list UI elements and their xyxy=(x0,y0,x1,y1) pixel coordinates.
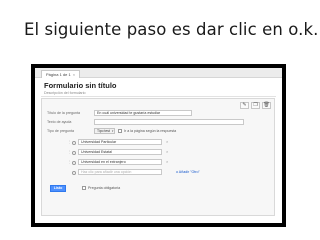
remove-option-icon[interactable]: × xyxy=(166,149,168,154)
form-editor-screen: Página 1 de 1 × Formulario sin título Des… xyxy=(35,68,282,223)
radio-icon xyxy=(72,140,76,145)
question-toolbar: ✎ ❐ 🗑 xyxy=(240,102,271,109)
duplicate-icon[interactable]: ❐ xyxy=(251,102,260,109)
divider xyxy=(41,96,276,97)
radio-icon xyxy=(72,160,76,165)
option-field[interactable]: Universidad en el extranjero xyxy=(78,159,162,165)
close-icon[interactable]: × xyxy=(73,72,75,77)
edit-icon[interactable]: ✎ xyxy=(240,102,249,109)
slide-title: El siguiente paso es dar clic en o.k. xyxy=(24,20,319,39)
question-title-field[interactable]: En cuál universidad te gustaría estudiar xyxy=(94,110,192,116)
radio-icon xyxy=(72,150,76,155)
question-type-select[interactable]: Tipo test ▾ xyxy=(94,128,115,134)
option-field[interactable]: Universidad Particular xyxy=(78,139,162,145)
go-to-page-label: Ir a la página según la respuesta xyxy=(124,129,177,133)
page-tab-label: Página 1 de 1 xyxy=(46,72,71,77)
remove-option-icon[interactable]: × xyxy=(166,139,168,144)
remove-option-icon[interactable]: × xyxy=(166,159,168,164)
chevron-down-icon: ▾ xyxy=(111,129,114,133)
go-to-page-checkbox[interactable] xyxy=(118,129,122,133)
add-other-link[interactable]: o Añadir "Otro" xyxy=(176,170,200,174)
form-description[interactable]: Descripción del formulario xyxy=(44,91,86,95)
form-title[interactable]: Formulario sin título xyxy=(44,81,117,90)
trash-icon[interactable]: 🗑 xyxy=(262,102,271,109)
done-button[interactable]: Listo xyxy=(50,185,66,192)
required-label: Pregunta obligatoria xyxy=(88,186,121,190)
question-type-value: Tipo test xyxy=(97,129,110,133)
help-text-label: Texto de ayuda xyxy=(47,120,72,124)
required-checkbox[interactable] xyxy=(82,186,86,190)
new-option-field[interactable]: Haz clic para añadir una opción xyxy=(78,169,162,175)
option-field[interactable]: Universidad Estatal xyxy=(78,149,162,155)
page-tab-bar: Página 1 de 1 × xyxy=(35,68,282,78)
question-editor-panel: ✎ ❐ 🗑 Título de la pregunta En cuál univ… xyxy=(41,98,275,216)
question-type-label: Tipo de pregunta xyxy=(47,129,75,133)
radio-icon xyxy=(72,170,76,175)
page-tab[interactable]: Página 1 de 1 × xyxy=(41,70,81,78)
help-text-field[interactable] xyxy=(94,119,244,125)
question-title-label: Título de la pregunta xyxy=(47,111,80,115)
screenshot-frame: Página 1 de 1 × Formulario sin título Des… xyxy=(31,64,286,227)
